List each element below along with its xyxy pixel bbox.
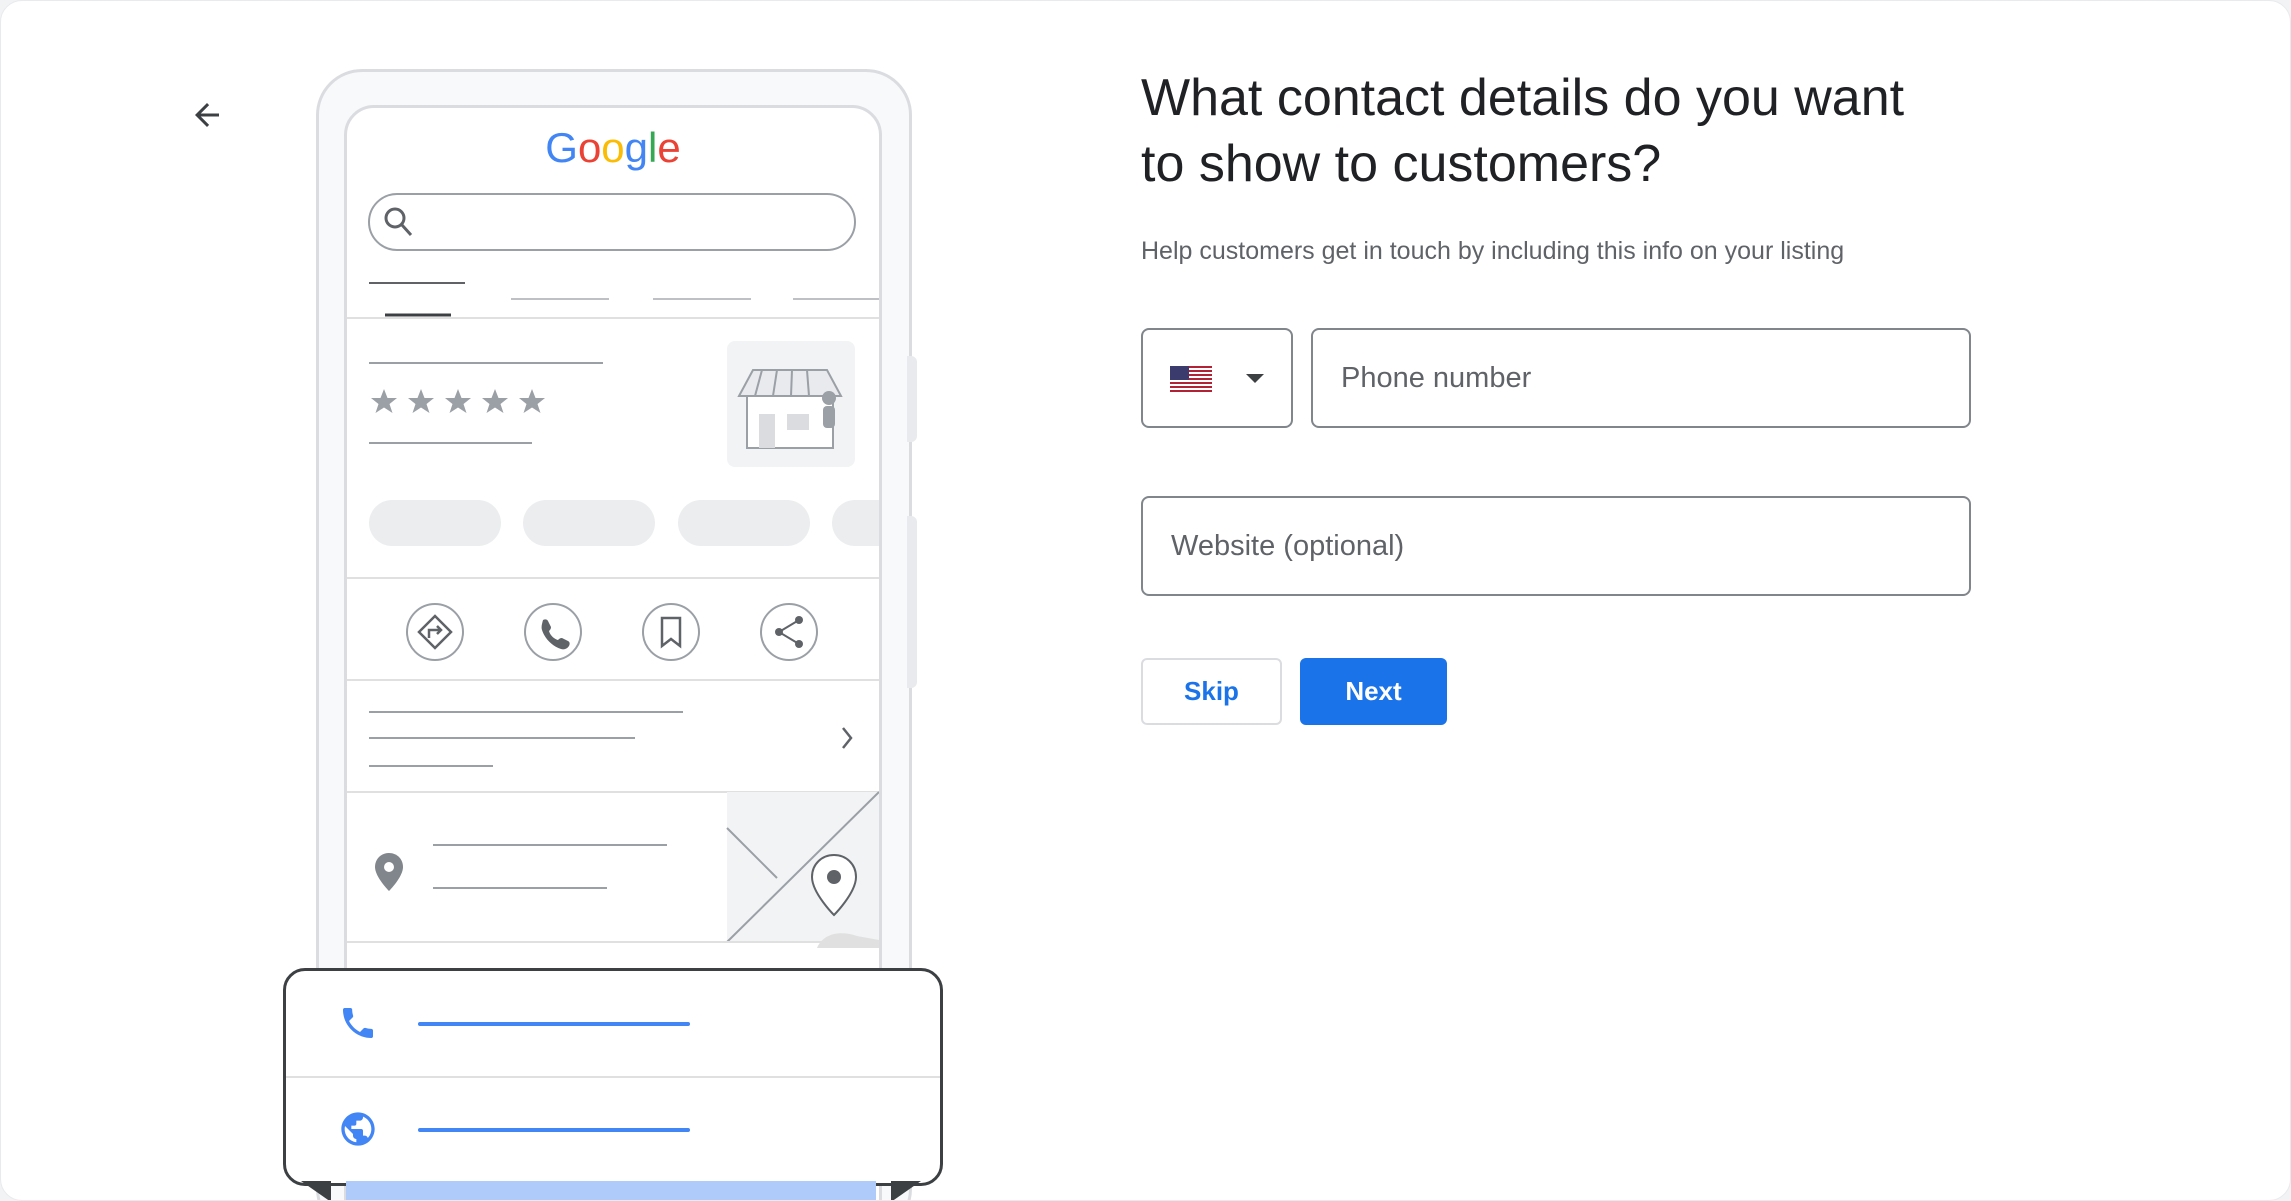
share-icon [760,603,818,661]
card-phone-row [286,971,940,1075]
directions-icon [406,603,464,661]
country-code-select[interactable] [1141,328,1293,428]
arrow-back-icon [195,103,219,127]
us-flag-icon [1170,366,1212,392]
page-subtitle: Help customers get in touch by including… [1141,237,1845,265]
mock-search-bar [368,193,856,251]
chevron-right-icon [842,727,853,749]
google-logo: Google [545,124,680,171]
star-icon [408,389,434,413]
globe-icon [341,1112,375,1146]
phone-icon [343,1008,373,1038]
rating-stars [371,389,545,413]
star-icon [445,389,471,413]
page-title-line-2: to show to customers? [1141,135,1662,193]
website-input[interactable] [1143,498,1969,594]
website-field[interactable] [1141,496,1971,596]
card-website-row [286,1077,940,1181]
skip-button[interactable]: Skip [1141,658,1282,725]
phone-number-field[interactable] [1311,328,1971,428]
location-pin-icon [375,853,403,891]
star-icon [482,389,508,413]
storefront-icon [727,341,855,467]
phone-icon [524,603,582,661]
phone-side-button [907,516,917,688]
phone-line [418,1022,690,1026]
card-shadow [301,1181,921,1200]
star-icon [371,389,397,413]
page-title: What contact details do you want to show… [1141,65,2021,197]
bookmark-icon [642,603,700,661]
star-icon [519,389,545,413]
chevron-down-icon [1246,374,1264,383]
phone-side-button [907,356,917,442]
phone-number-input[interactable] [1313,330,1969,426]
page-card: Google What contact details do you want … [0,0,2291,1201]
website-line [418,1128,690,1132]
contact-card-illustration [283,968,943,1186]
map-thumbnail [726,791,879,948]
next-button[interactable]: Next [1300,658,1447,725]
back-button[interactable] [179,87,235,143]
page-title-line-1: What contact details do you want [1141,69,1905,127]
